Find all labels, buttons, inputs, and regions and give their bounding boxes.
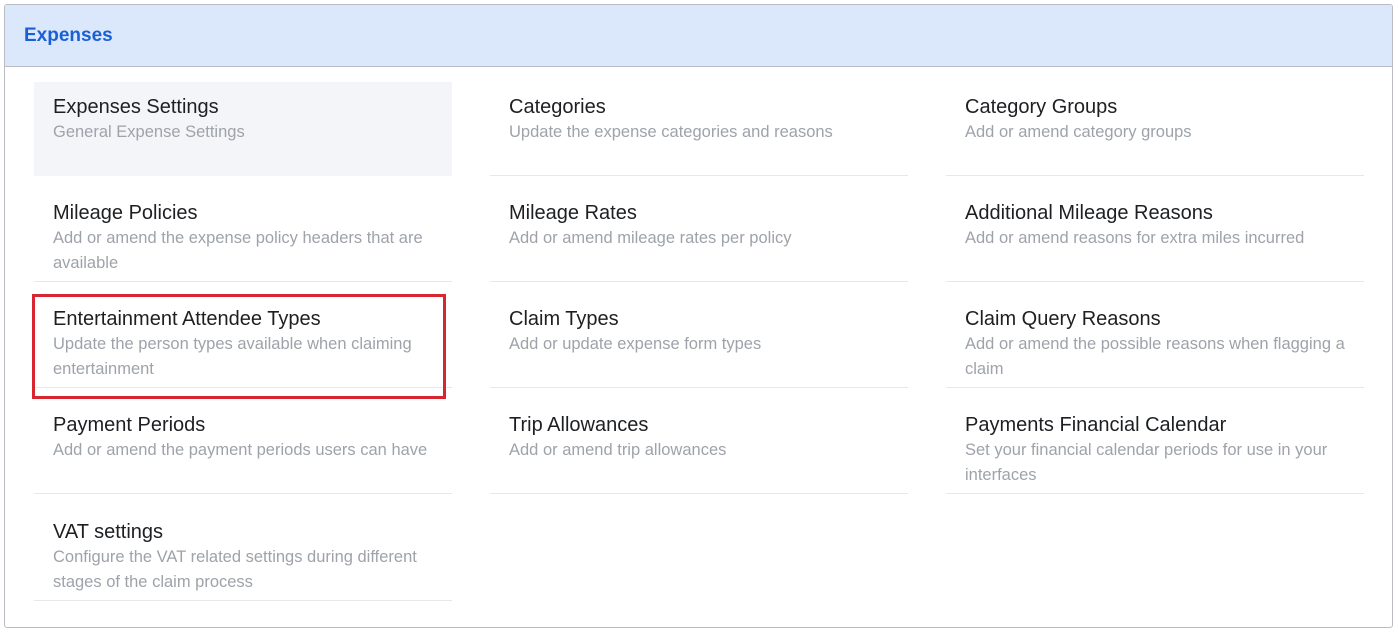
tile-category-groups[interactable]: Category Groups Add or amend category gr… [946, 82, 1364, 176]
tile-title: Categories [509, 96, 606, 118]
tile-trip-allowances[interactable]: Trip Allowances Add or amend trip allowa… [490, 400, 908, 494]
tile-payments-financial-calendar[interactable]: Payments Financial Calendar Set your fin… [946, 400, 1364, 494]
tile-title: Additional Mileage Reasons [965, 202, 1213, 224]
tile-title: Mileage Rates [509, 202, 637, 224]
tile-title: Category Groups [965, 96, 1118, 118]
tile-description: Set your financial calendar periods for … [965, 441, 1328, 484]
tile-description: Add or amend trip allowances [509, 441, 727, 459]
tile-title: Trip Allowances [509, 414, 649, 436]
tile-title: VAT settings [53, 521, 164, 543]
tile-title: Claim Query Reasons [965, 308, 1161, 330]
tile-additional-mileage-reasons[interactable]: Additional Mileage Reasons Add or amend … [946, 188, 1364, 282]
tile-mileage-policies[interactable]: Mileage Policies Add or amend the expens… [34, 188, 452, 282]
tile-mileage-rates[interactable]: Mileage Rates Add or amend mileage rates… [490, 188, 908, 282]
tile-description: Add or amend reasons for extra miles inc… [965, 229, 1305, 247]
panel-header: Expenses [5, 5, 1392, 67]
tile-title: Payments Financial Calendar [965, 414, 1227, 436]
expenses-panel: Expenses Expenses Settings General Expen… [4, 4, 1393, 628]
tile-payment-periods[interactable]: Payment Periods Add or amend the payment… [34, 400, 452, 494]
tile-description: Add or update expense form types [509, 335, 762, 353]
tile-description: Add or amend category groups [965, 123, 1192, 141]
tile-categories[interactable]: Categories Update the expense categories… [490, 82, 908, 176]
tile-title: Expenses Settings [53, 96, 219, 118]
tile-expenses-settings[interactable]: Expenses Settings General Expense Settin… [34, 82, 452, 176]
tile-entertainment-attendee-types[interactable]: Entertainment Attendee Types Update the … [34, 294, 452, 388]
tile-title: Entertainment Attendee Types [53, 308, 321, 330]
page-title: Expenses [24, 24, 113, 46]
tile-title: Mileage Policies [53, 202, 198, 224]
tile-title: Claim Types [509, 308, 619, 330]
tile-description: Add or amend the expense policy headers … [53, 229, 423, 272]
tile-claim-types[interactable]: Claim Types Add or update expense form t… [490, 294, 908, 388]
tile-description: Add or amend the possible reasons when f… [965, 335, 1345, 378]
tile-description: Update the expense categories and reason… [509, 123, 833, 141]
tile-claim-query-reasons[interactable]: Claim Query Reasons Add or amend the pos… [946, 294, 1364, 388]
tile-title: Payment Periods [53, 414, 206, 436]
tile-description: Add or amend the payment periods users c… [53, 441, 428, 459]
tile-description: General Expense Settings [53, 123, 245, 141]
tile-description: Configure the VAT related settings durin… [53, 548, 417, 591]
tile-description: Add or amend mileage rates per policy [509, 229, 792, 247]
tile-vat-settings[interactable]: VAT settings Configure the VAT related s… [34, 507, 452, 601]
tile-description: Update the person types available when c… [53, 335, 412, 378]
